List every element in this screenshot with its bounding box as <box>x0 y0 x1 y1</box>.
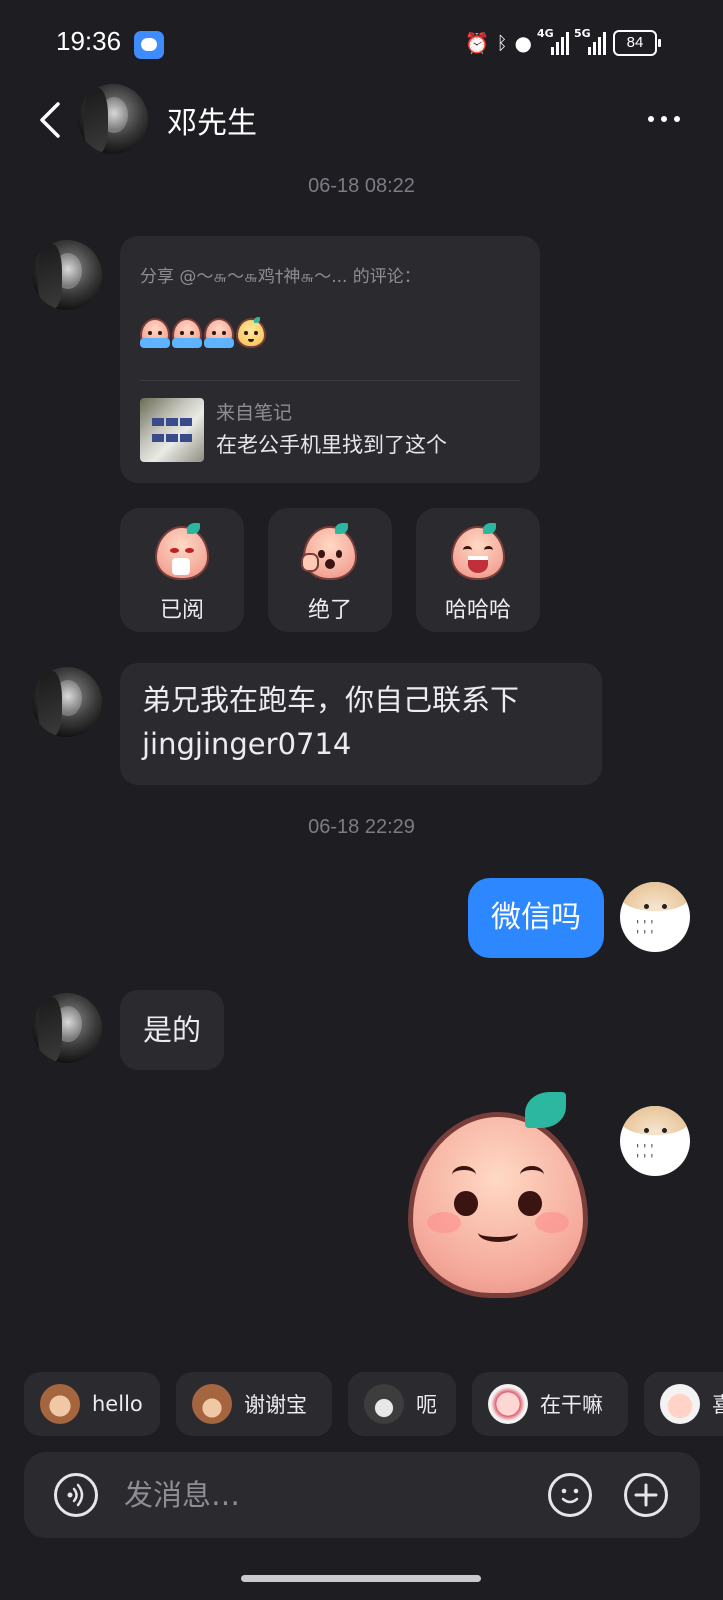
sipping-emoji-icon <box>155 523 209 580</box>
status-icons: ⏰ ᛒ ● 4G 5G 84 <box>464 27 661 56</box>
crying-emoji-icon <box>204 318 234 348</box>
battery-indicator: 84 <box>613 30 661 56</box>
quick-reply-whatsup[interactable]: 在干嘛 <box>472 1372 628 1436</box>
quick-reply-hello[interactable]: hello <box>24 1372 160 1436</box>
reaction-haha[interactable]: 哈哈哈 <box>416 508 540 632</box>
cat-emoji-icon <box>364 1384 404 1424</box>
sender-avatar[interactable] <box>32 667 102 737</box>
peach-sticker[interactable] <box>408 1088 588 1298</box>
divider <box>140 380 520 381</box>
message-text-line: 弟兄我在跑车，你自己联系下 <box>142 683 520 717</box>
note-thumbnail <box>140 398 204 462</box>
quick-reply-label: 喜 <box>712 1393 723 1417</box>
reaction-label: 哈哈哈 <box>444 598 511 623</box>
shared-comment-card[interactable]: 分享 @〜௬〜௬鸡†神௬〜... 的评论： 来自笔记 在老公手机里找到了这个 <box>120 236 540 483</box>
contact-name[interactable]: 邓先生 <box>167 98 257 142</box>
peach-emoji-icon <box>236 317 266 348</box>
alarm-icon: ⏰ <box>464 31 490 55</box>
status-time: 19:36 <box>56 26 122 56</box>
crying-emoji-icon <box>140 318 170 348</box>
quick-reply-happy[interactable]: 喜 <box>644 1372 723 1436</box>
emoji-row <box>140 317 266 348</box>
quick-reply-uh[interactable]: 呃 <box>348 1372 456 1436</box>
note-title: 在老公手机里找到了这个 <box>216 433 447 457</box>
quick-reply-label: hello <box>92 1392 143 1416</box>
happy-emoji-icon <box>660 1384 700 1424</box>
incoming-message[interactable]: 弟兄我在跑车，你自己联系下 jingjinger0714 <box>120 663 602 785</box>
quick-reply-label: 在干嘛 <box>540 1393 603 1417</box>
laughing-emoji-icon <box>451 523 505 580</box>
quick-reply-label: 谢谢宝 <box>244 1393 307 1417</box>
reaction-read[interactable]: 已阅 <box>120 508 244 632</box>
monkey-flower-emoji-icon <box>192 1384 232 1424</box>
contact-avatar[interactable] <box>78 84 148 154</box>
note-source-label: 来自笔记 <box>216 402 293 424</box>
location-icon: ● <box>514 31 532 55</box>
outgoing-message[interactable]: 微信吗 <box>468 878 604 958</box>
message-input[interactable] <box>122 1472 506 1518</box>
crying-emoji-icon <box>172 318 202 348</box>
monkey-emoji-icon <box>40 1384 80 1424</box>
incoming-message[interactable]: 是的 <box>120 990 224 1070</box>
signal-4g-icon: 4G <box>537 27 569 55</box>
thumbs-up-emoji-icon <box>301 523 357 580</box>
my-avatar[interactable] <box>620 882 690 952</box>
reaction-awesome[interactable]: 绝了 <box>268 508 392 632</box>
message-notification-icon <box>134 31 164 59</box>
sender-avatar[interactable] <box>32 240 102 310</box>
bluetooth-icon: ᛒ <box>496 32 508 54</box>
share-source-text: 分享 @〜௬〜௬鸡†神௬〜... 的评论： <box>140 267 421 287</box>
back-chevron-icon[interactable] <box>34 100 74 140</box>
voice-input-icon[interactable] <box>54 1473 98 1517</box>
my-avatar[interactable] <box>620 1106 690 1176</box>
sender-avatar[interactable] <box>32 993 102 1063</box>
reaction-label: 绝了 <box>307 598 352 623</box>
timestamp: 06-18 22:29 <box>308 816 415 838</box>
plus-icon[interactable] <box>624 1473 668 1517</box>
reaction-label: 已阅 <box>159 598 204 623</box>
home-indicator[interactable] <box>241 1575 481 1582</box>
emoji-picker-icon[interactable] <box>548 1473 592 1517</box>
more-options-icon[interactable] <box>648 116 680 122</box>
timestamp: 06-18 08:22 <box>308 175 415 197</box>
message-text-line: jingjinger0714 <box>142 727 352 761</box>
quick-reply-thanks[interactable]: 谢谢宝 <box>176 1372 332 1436</box>
peeking-emoji-icon <box>488 1384 528 1424</box>
message-input-bar <box>24 1452 700 1538</box>
signal-5g-icon: 5G <box>574 27 606 55</box>
quick-reply-label: 呃 <box>416 1393 437 1417</box>
